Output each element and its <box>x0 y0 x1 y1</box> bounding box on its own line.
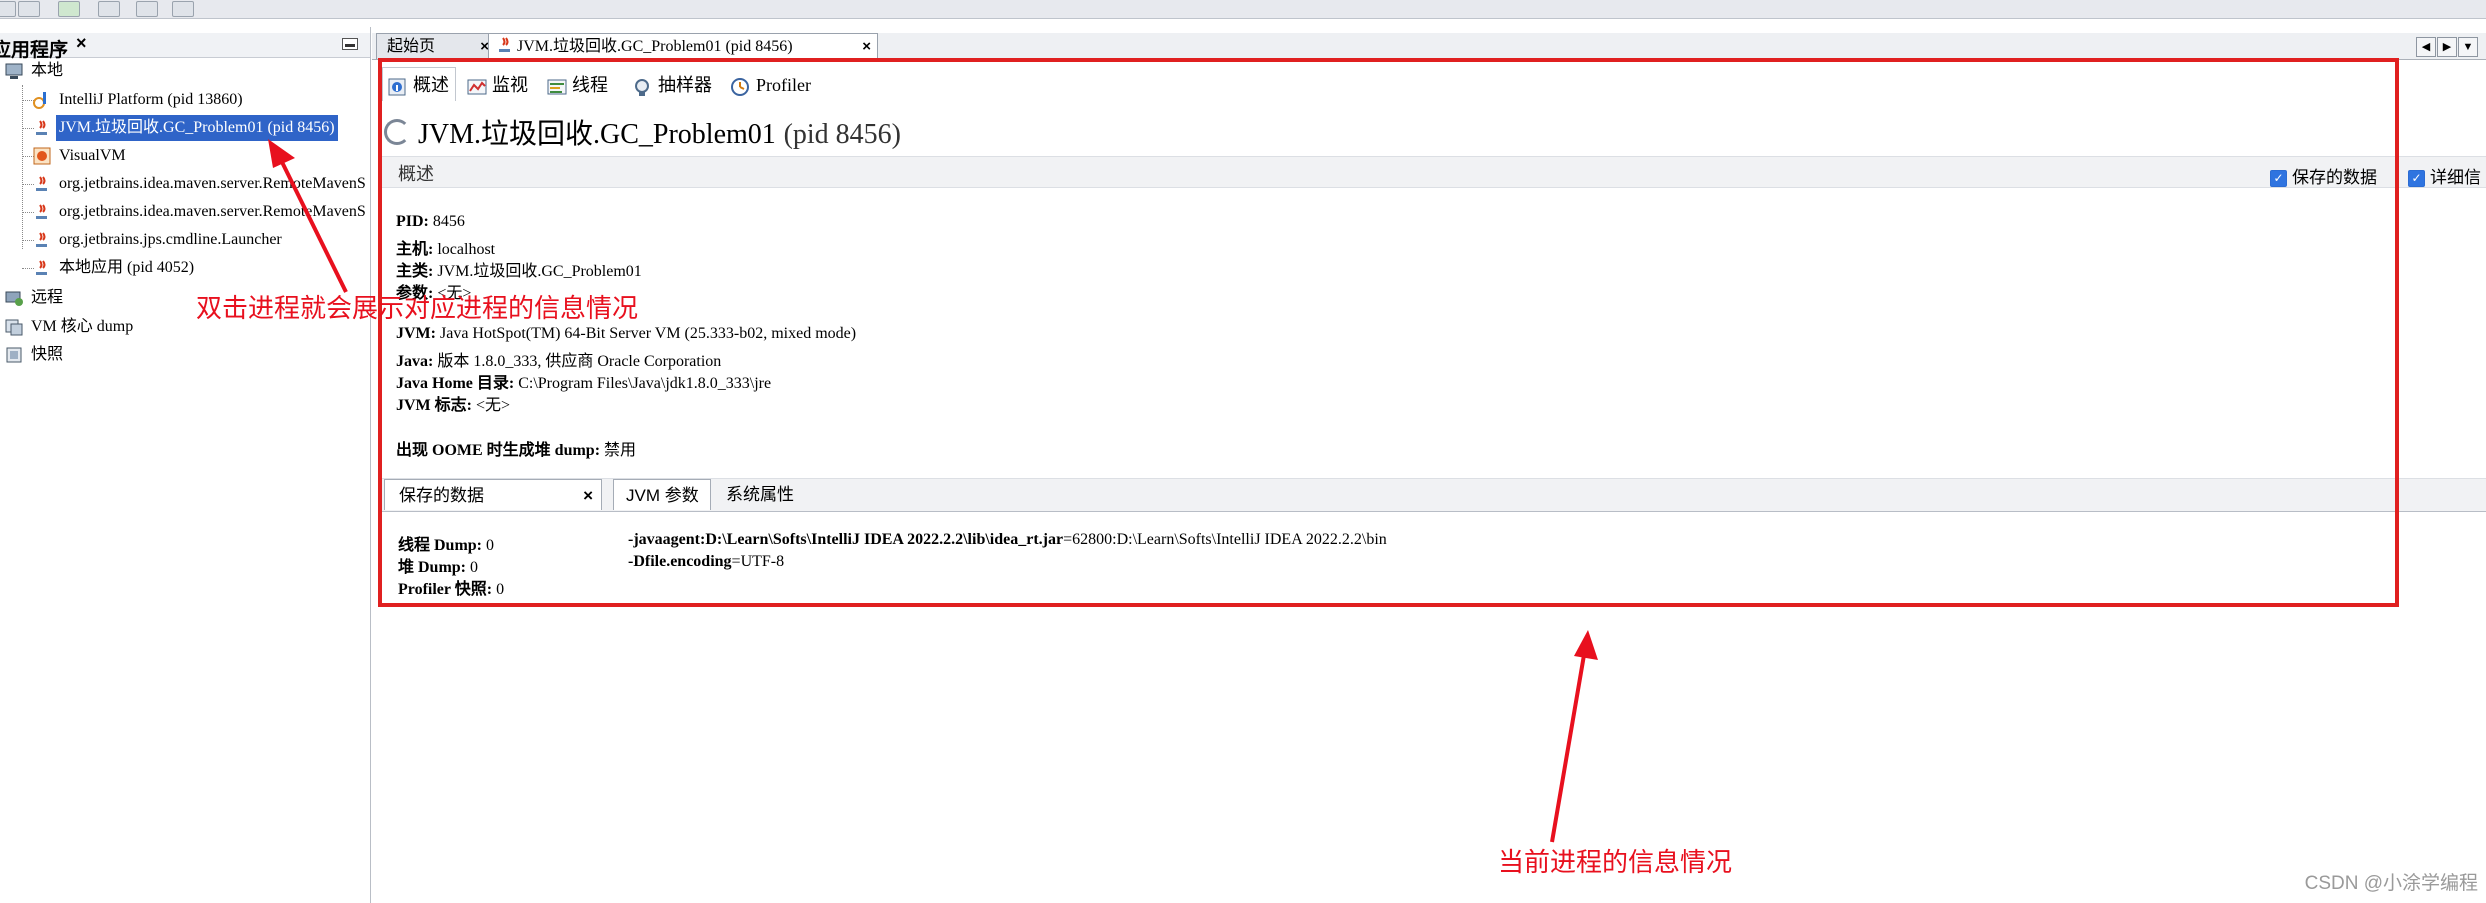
annotation-arrow-bottom <box>1550 630 1598 843</box>
watermark: CSDN @小涂学编程 <box>2304 873 2478 894</box>
annotation-arrow-left <box>268 139 348 293</box>
annotation-left-note: 双击进程就会展示对应进程的信息情况 <box>196 293 639 323</box>
annotation-arrows <box>268 139 1598 843</box>
annotation-bottom-note: 当前进程的信息情况 <box>1498 847 1733 877</box>
